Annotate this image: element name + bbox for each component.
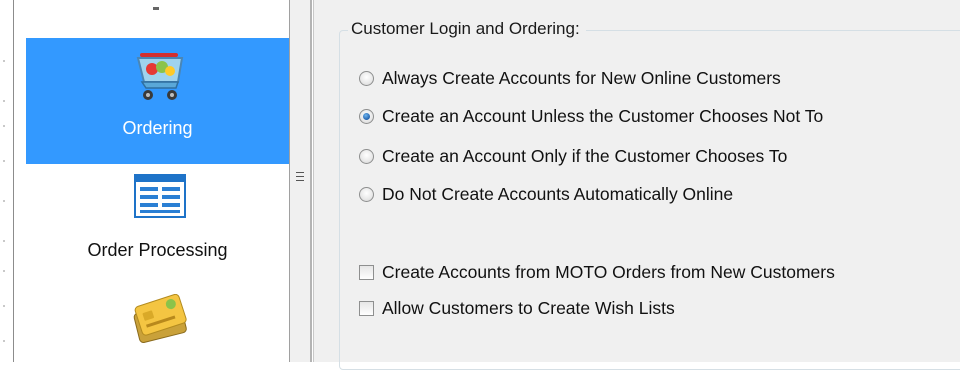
panel-splitter[interactable] [290,0,310,362]
radio-label: Create an Account Only if the Customer C… [382,145,788,166]
radio-button[interactable] [359,148,374,164]
radio-always-create-accounts[interactable]: Always Create Accounts for New Online Cu… [359,66,781,90]
checkbox-allow-wish-lists[interactable]: Allow Customers to Create Wish Lists [359,296,675,320]
radio-create-only-if-opt-in[interactable]: Create an Account Only if the Customer C… [359,144,787,168]
form-list-icon [134,174,186,218]
checkbox-label: Create Accounts from MOTO Orders from Ne… [382,261,835,282]
settings-panel: Customer Login and Ordering: Always Crea… [314,0,960,370]
groupbox-title: Customer Login and Ordering: [348,19,586,39]
radio-button[interactable] [359,108,374,124]
sidebar-item-order-processing[interactable]: Order Processing [26,164,289,274]
checkbox-label: Allow Customers to Create Wish Lists [382,297,675,318]
radio-button[interactable] [359,186,374,202]
radio-label: Always Create Accounts for New Online Cu… [382,67,781,88]
settings-sidebar: Ordering Order Processing [14,0,289,362]
radio-do-not-create-accounts[interactable]: Do Not Create Accounts Automatically Onl… [359,182,733,206]
radio-button[interactable] [359,70,374,86]
left-edge-strip [0,0,10,362]
sidebar-item-label: Order Processing [87,240,228,260]
partial-top-icon [153,7,159,10]
splitter-grip-icon [296,172,304,184]
sidebar-item-ordering[interactable]: Ordering [26,38,289,164]
shopping-cart-icon [136,53,184,100]
checkbox[interactable] [359,264,374,280]
checkbox-create-accounts-from-moto[interactable]: Create Accounts from MOTO Orders from Ne… [359,260,835,284]
radio-label: Create an Account Unless the Customer Ch… [382,105,824,126]
sidebar-item-label: Ordering [122,118,193,138]
credit-cards-icon [133,294,187,343]
checkbox[interactable] [359,300,374,316]
radio-create-unless-opt-out[interactable]: Create an Account Unless the Customer Ch… [359,104,823,128]
sidebar-item-payment[interactable] [26,274,289,362]
radio-label: Do Not Create Accounts Automatically Onl… [382,183,734,204]
